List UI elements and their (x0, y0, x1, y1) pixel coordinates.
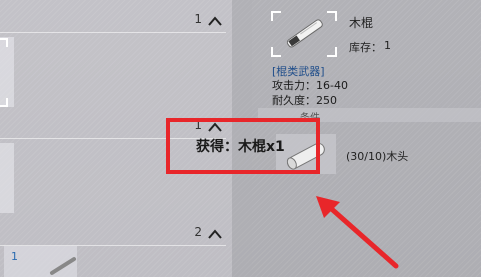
chevron-up-icon[interactable] (208, 229, 222, 239)
red-arrow-icon (316, 196, 399, 269)
group-count: 2 (194, 225, 202, 239)
inventory-slot[interactable] (0, 37, 14, 107)
highlight-box (166, 118, 320, 174)
slot-count: 1 (11, 250, 18, 263)
stock-label: 库存： (349, 41, 382, 54)
inventory-slot-stick[interactable]: 1 (4, 246, 77, 277)
stick-icon (49, 256, 77, 276)
inventory-group-header[interactable]: 2 (0, 221, 226, 246)
item-name: 木棍 (349, 16, 374, 30)
slot-bracket-top (0, 38, 8, 47)
stat-attack: 攻击力：16-40 (272, 79, 348, 92)
stick-icon (286, 19, 323, 48)
slot-bracket-bottom (0, 98, 8, 107)
stock-value: 1 (384, 39, 391, 52)
inventory-slot[interactable] (0, 143, 14, 213)
inventory-group-header[interactable]: 1 (0, 8, 226, 33)
item-icon-frame (271, 11, 337, 57)
material-requirement: (30/10)木头 (346, 150, 409, 163)
stat-durability: 耐久度：250 (272, 94, 337, 107)
chevron-up-icon[interactable] (208, 16, 222, 26)
group-count: 1 (194, 12, 202, 26)
